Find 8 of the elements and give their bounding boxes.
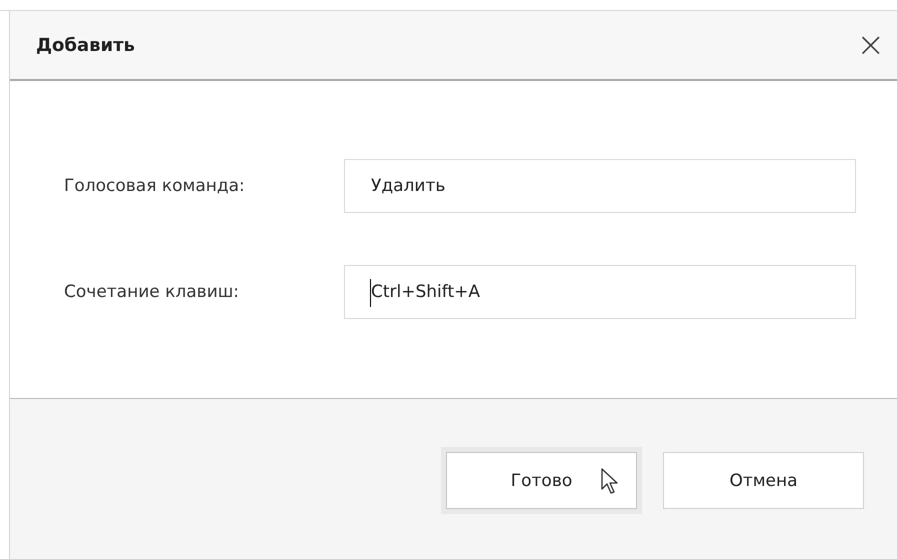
mouse-pointer-icon — [601, 468, 619, 495]
input-field[interactable]: Ctrl+Shift+A — [344, 265, 856, 319]
input-field[interactable]: Удалить — [344, 159, 856, 213]
action-button[interactable]: Отмена — [663, 452, 864, 509]
dialog-title: Добавить — [36, 34, 135, 56]
close-button[interactable]: × — [856, 28, 885, 62]
field-label: Голосовая команда: — [63, 176, 246, 196]
field-label: Сочетание клавиш: — [63, 282, 240, 302]
